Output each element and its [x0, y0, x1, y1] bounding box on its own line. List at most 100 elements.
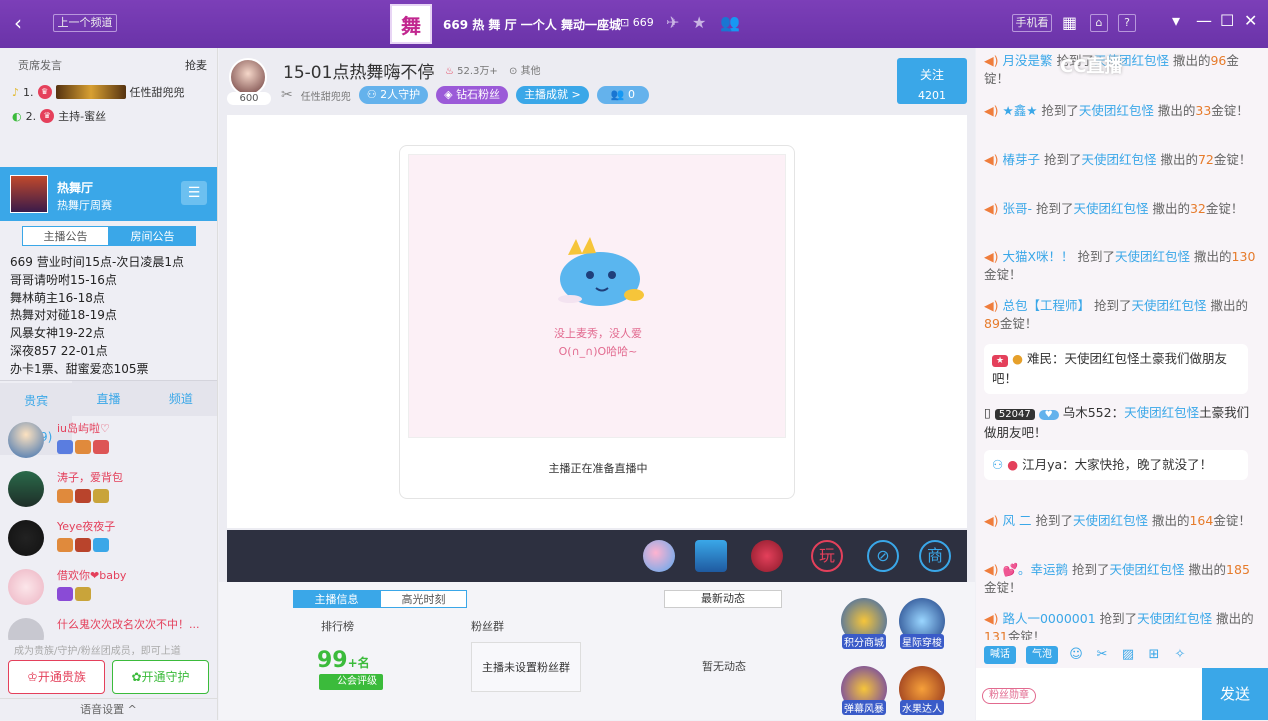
chat-user[interactable]: 路人一0000001 — [1002, 611, 1095, 626]
user-name: Yeye夜夜子 — [57, 520, 116, 533]
emoji-icon[interactable]: ☺ — [1068, 647, 1084, 663]
balloon-icon[interactable] — [643, 540, 675, 572]
tab-room-notice[interactable]: 房间公告 — [109, 226, 196, 246]
grab-mic-button[interactable]: 抢麦 — [185, 57, 207, 73]
prev-channel-button[interactable]: 上一个频道 — [53, 14, 117, 32]
chat-text: 撒出的 — [1206, 298, 1248, 313]
chat-text: 抢到了 — [1073, 249, 1116, 264]
left-panel: 贡席发言 抢麦 ♪ 1. ♛ 任性甜兜兜 ◐ 2. ♛ 主持-蜜丝 热舞厅 热舞… — [0, 48, 218, 720]
chat-user[interactable]: 椿芽子 — [1002, 152, 1040, 167]
chat-amount: 32 — [1189, 201, 1206, 216]
chat-package: 天使团红包怪 — [1137, 611, 1213, 626]
send-button[interactable]: 发送 — [1202, 668, 1268, 720]
gx-header-label: 贡席发言 — [18, 59, 62, 72]
fans-pill[interactable]: 👥 0 — [596, 86, 649, 104]
chat-user[interactable]: 张哥- — [1002, 201, 1032, 216]
anchor-avatar[interactable] — [229, 58, 267, 96]
settings-icon[interactable]: ✧ — [1172, 647, 1188, 663]
tab-zhibo[interactable]: 直播 — [72, 381, 145, 416]
shop-icon[interactable]: 商 — [919, 540, 951, 572]
list-item[interactable]: 借欢你❤baby — [0, 565, 217, 613]
news-empty: 暂无动态 — [702, 660, 746, 673]
open-shouhu-button[interactable]: ✿开通守护 — [112, 660, 209, 694]
user-name: 涛子，爱背包 — [57, 471, 123, 484]
chat-message: ◀) 大猫X咪！！ 抢到了天使团红包怪 撒出的130 金锭！ — [984, 248, 1260, 284]
tab-pindao[interactable]: 频道 — [144, 381, 217, 416]
help-icon[interactable]: ? — [1118, 14, 1136, 32]
tab-guibin[interactable]: 贵宾 (389) — [0, 381, 73, 455]
avatar — [8, 569, 44, 605]
star-icon[interactable]: ★ — [692, 13, 706, 32]
list-item[interactable]: Yeye夜夜子 — [0, 516, 217, 564]
guard-pill[interactable]: ⚇ 2人守护 — [358, 86, 429, 104]
chat-user[interactable]: 月没是繁 — [1002, 53, 1052, 68]
channel-box[interactable]: 热舞厅 热舞厅周赛 ☰ — [0, 167, 217, 221]
scissors-icon[interactable]: ✂ — [1094, 647, 1110, 663]
tab-highlights[interactable]: 高光时刻 — [380, 590, 467, 608]
chat-user[interactable]: 乌木552： — [1063, 405, 1124, 420]
diamond-pill[interactable]: ◈ 钻石粉丝 — [436, 86, 509, 104]
page-title: 15-01点热舞嗨不停 — [283, 63, 435, 83]
plane-icon[interactable]: ✈ — [666, 13, 679, 32]
phone-icon: ▯ — [984, 405, 991, 420]
chat-user[interactable]: ★鑫★ — [1002, 103, 1037, 118]
tab-anchor-notice[interactable]: 主播公告 — [22, 226, 109, 246]
bag-icon[interactable]: ⊘ — [867, 540, 899, 572]
list-item[interactable]: 什么鬼次次改名次次不中！... — [0, 614, 217, 640]
chat-text: 金锭！ — [1007, 629, 1046, 640]
chat-input[interactable]: 粉丝勋章 — [976, 668, 1202, 720]
list-item[interactable]: iu岛屿啦♡ — [0, 418, 217, 466]
chat-text: 抢到了 — [1037, 103, 1079, 118]
firework-icon[interactable] — [751, 540, 783, 572]
close-icon[interactable]: ✕ — [1244, 11, 1257, 30]
minimize-icon[interactable]: — — [1196, 11, 1212, 30]
shout-button[interactable]: 喊话 — [984, 646, 1016, 664]
anchor-info-line: ✂ 任性甜兜兜 ⚇ 2人守护 ◈ 钻石粉丝 主播成就 > 👥 0 — [281, 86, 649, 104]
latest-news-button[interactable]: 最新动态 — [664, 590, 782, 608]
channel-thumbnail — [10, 175, 48, 213]
gift-icon[interactable]: ⊞ — [1146, 647, 1162, 663]
rank-label: 排行榜 — [321, 620, 354, 633]
other-button[interactable]: ⊙ 其他 — [509, 62, 541, 77]
chat-amount: 96 — [1210, 53, 1227, 68]
chat-message: ◀) 椿芽子 抢到了天使团红包怪 撒出的72金锭！ — [984, 151, 1260, 169]
chat-message: ◀) ★鑫★ 抢到了天使团红包怪 撒出的33金锭！ — [984, 102, 1260, 120]
notice-icon[interactable]: ⌂ — [1090, 14, 1108, 32]
phone-view-button[interactable]: 手机看 — [1012, 14, 1052, 32]
mic-icon: ◐ — [12, 109, 22, 123]
grid-icon[interactable]: ▦ — [1062, 13, 1077, 32]
dropdown-icon[interactable]: ▾ — [1172, 11, 1180, 30]
chat-text: 撒出的 — [1147, 513, 1190, 528]
chat-text: 撒出的 — [1212, 611, 1254, 626]
fans-count: 0 — [627, 88, 635, 101]
notice-line: 深夜857 22-01点 — [10, 343, 108, 358]
open-guizu-button[interactable]: ♔开通贵族 — [8, 660, 105, 694]
camera-gift-icon[interactable] — [695, 540, 727, 572]
gx-row-2[interactable]: ◐ 2. ♛ 主持-蜜丝 — [12, 108, 106, 124]
maximize-icon[interactable]: ☐ — [1220, 11, 1234, 30]
back-icon[interactable]: ‹ — [8, 12, 28, 34]
chat-user[interactable]: 江月ya： — [1022, 457, 1075, 472]
chat-user[interactable]: 风 二 — [1002, 513, 1031, 528]
menu-icon[interactable]: ☰ — [181, 181, 207, 205]
chat-user[interactable]: 💕。幸运鹅 — [1002, 562, 1068, 577]
gx-name: 任性甜兜兜 — [129, 86, 185, 99]
follow-count: 4201 — [918, 89, 946, 102]
fan-badge-button[interactable]: 粉丝勋章 — [982, 688, 1036, 704]
image-icon[interactable]: ▨ — [1120, 647, 1136, 663]
main-area: 600 15-01点热舞嗨不停 ♨ 52.3万+ ⊙ 其他 ✂ 任性甜兜兜 ⚇ … — [219, 48, 975, 720]
chat-user[interactable]: 难民： — [1027, 351, 1065, 366]
users-icon[interactable]: 👥 — [720, 13, 740, 32]
chat-user[interactable]: 总包【工程师】 — [1002, 298, 1090, 313]
achievement-pill[interactable]: 主播成就 > — [516, 86, 589, 104]
voice-settings-button[interactable]: 语音设置 ^ — [0, 698, 217, 720]
gx-row-1[interactable]: ♪ 1. ♛ 任性甜兜兜 — [12, 84, 185, 100]
play-icon[interactable]: 玩 — [811, 540, 843, 572]
bubble-button[interactable]: 气泡 — [1026, 646, 1058, 664]
list-item[interactable]: 涛子，爱背包 — [0, 467, 217, 515]
chat-user[interactable]: 大猫X咪！！ — [1002, 249, 1073, 264]
follow-button[interactable]: 关注 4201 — [897, 58, 967, 104]
video-status: 主播正在准备直播中 — [548, 462, 648, 475]
user-badges — [57, 538, 109, 552]
tab-anchor-info[interactable]: 主播信息 — [293, 590, 380, 608]
